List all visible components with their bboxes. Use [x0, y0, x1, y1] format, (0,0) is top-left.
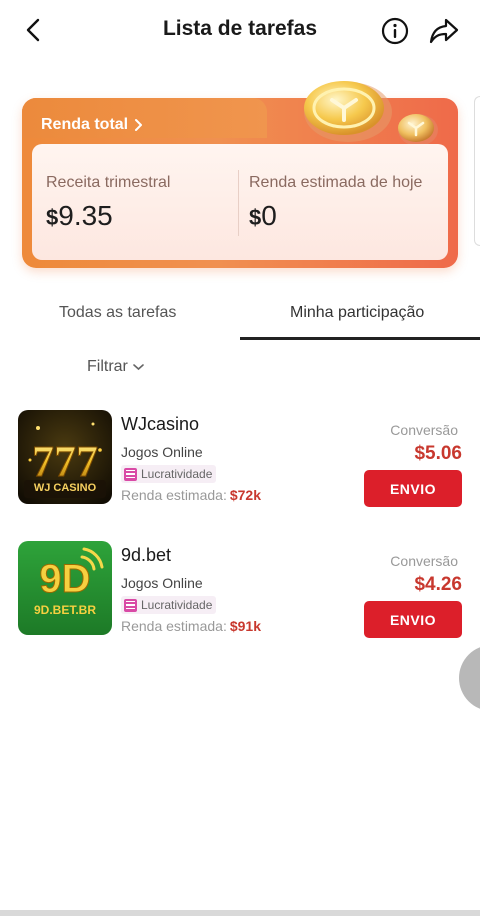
- floating-assistant-button[interactable]: [459, 645, 480, 711]
- total-income-label: Renda total: [41, 116, 129, 133]
- 9dbet-logo-mark: 9D: [39, 557, 91, 602]
- filter-dropdown[interactable]: Filtrar: [87, 358, 144, 376]
- share-icon: [429, 18, 459, 44]
- tab-my-participation[interactable]: Minha participação: [290, 304, 424, 322]
- chevron-right-icon: [135, 119, 143, 131]
- 9dbet-logo: 9D 9D.BET.BR: [18, 541, 112, 635]
- quarterly-revenue-value: $9.35: [46, 200, 170, 232]
- list-icon: [124, 598, 137, 612]
- wjcasino-logo-text: WJ CASINO: [33, 482, 97, 494]
- conversion-value: $4.26: [414, 574, 462, 595]
- estimated-income-label: Renda estimada:: [121, 487, 227, 503]
- 9dbet-logo-text: 9D.BET.BR: [33, 603, 96, 617]
- active-tab-indicator: [240, 337, 480, 340]
- tag-label: Lucratividade: [141, 598, 213, 612]
- chevron-down-icon: [133, 364, 144, 371]
- currency-symbol: $: [46, 205, 59, 230]
- stat-divider: [238, 170, 239, 236]
- svg-text:777: 777: [32, 437, 98, 486]
- task-tabs: Todas as tarefas Minha participação: [0, 292, 480, 340]
- next-card-peek[interactable]: [474, 96, 480, 246]
- quarterly-revenue-amount: 9.35: [58, 200, 113, 231]
- today-income-amount: 0: [261, 200, 277, 231]
- tab-all-tasks[interactable]: Todas as tarefas: [59, 304, 176, 322]
- quarterly-revenue-label: Receita trimestral: [46, 174, 171, 191]
- profitability-tag: Lucratividade: [121, 465, 217, 483]
- info-button[interactable]: [380, 16, 410, 46]
- conversion-label: Conversão: [390, 422, 458, 438]
- info-icon: [381, 17, 409, 45]
- filter-label: Filtrar: [87, 358, 128, 375]
- estimated-income-label: Renda estimada:: [121, 618, 227, 634]
- estimated-income: Renda estimada: $91k: [121, 618, 261, 634]
- share-button[interactable]: [428, 15, 460, 47]
- wjcasino-logo: 777 WJ CASINO: [18, 410, 112, 504]
- today-income-label: Renda estimada de hoje: [249, 174, 423, 191]
- task-category: Jogos Online: [121, 444, 203, 460]
- bottom-divider: [0, 910, 480, 916]
- task-name: 9d.bet: [121, 545, 172, 565]
- submit-button[interactable]: ENVIO: [364, 470, 462, 507]
- today-income-stat: Renda estimada de hoje $0: [249, 174, 422, 232]
- estimated-income-value: $72k: [229, 487, 261, 503]
- task-name: WJcasino: [121, 414, 200, 434]
- estimated-income-value: $91k: [229, 618, 261, 634]
- conversion-label: Conversão: [390, 553, 458, 569]
- income-stats-panel: Receita trimestral $9.35 Renda estimada …: [32, 144, 448, 260]
- total-income-link[interactable]: Renda total: [41, 116, 144, 134]
- list-icon: [124, 467, 137, 481]
- currency-symbol: $: [249, 205, 262, 230]
- estimated-income: Renda estimada: $72k: [121, 487, 261, 503]
- top-bar: Lista de tarefas: [0, 0, 480, 62]
- task-item[interactable]: 777 WJ CASINO WJcasino Jogos Online Lucr…: [0, 410, 480, 520]
- task-item[interactable]: 9D 9D.BET.BR 9d.bet Jogos Online Lucrati…: [0, 541, 480, 651]
- today-income-value: $0: [249, 200, 422, 232]
- profitability-tag: Lucratividade: [121, 596, 217, 614]
- task-category: Jogos Online: [121, 575, 203, 591]
- conversion-value: $5.06: [414, 443, 462, 464]
- tag-label: Lucratividade: [141, 467, 213, 481]
- quarterly-revenue-stat: Receita trimestral $9.35: [46, 174, 170, 232]
- submit-button[interactable]: ENVIO: [364, 601, 462, 638]
- app-root: Lista de tarefas Renda total Receita tri…: [0, 0, 480, 916]
